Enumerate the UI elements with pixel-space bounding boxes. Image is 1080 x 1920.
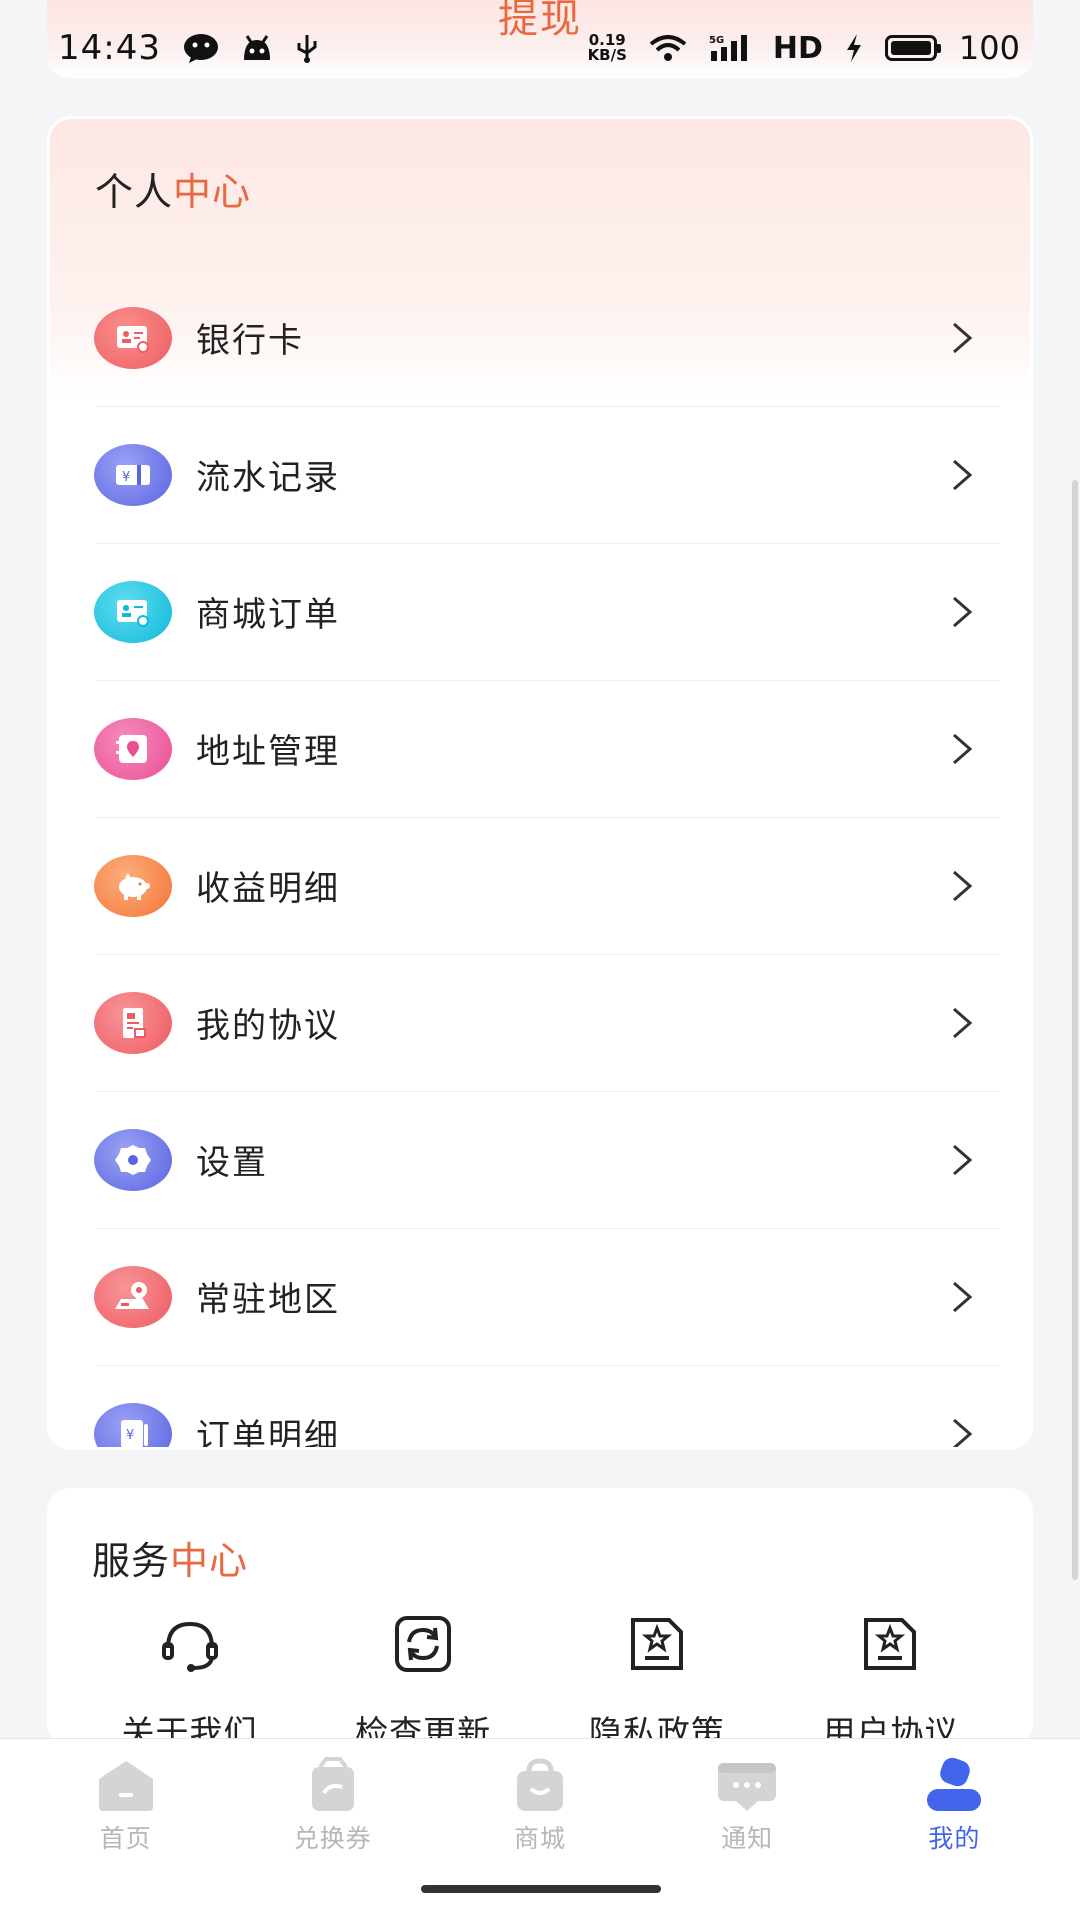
address-icon — [94, 717, 172, 780]
nav-label: 兑换券 — [293, 1824, 372, 1853]
service-center-card: 服务中心 关于我们 检查更新 隐私政策 用户协议 — [47, 1488, 1033, 1748]
nav-item-mine[interactable]: 我的 — [854, 1739, 1054, 1920]
shop-bag-icon — [516, 1758, 563, 1811]
home-icon — [98, 1761, 153, 1811]
settings-icon — [94, 1128, 172, 1191]
menu-label: 流水记录 — [196, 458, 340, 498]
nav-label: 我的 — [928, 1824, 981, 1853]
nav-label: 首页 — [99, 1824, 152, 1853]
personal-menu-list: 银行卡 ¥ 流水记录 商城订单 地址管理 收益明细 我的协议 设置 常驻地区 ¥… — [50, 269, 1030, 1450]
chevron-right-icon — [953, 1418, 973, 1447]
message-icon — [718, 1763, 777, 1811]
menu-item-statement[interactable]: ¥ 流水记录 — [50, 406, 1030, 543]
menu-label: 收益明细 — [196, 869, 340, 909]
nav-label: 通知 — [721, 1824, 774, 1853]
battery-level: 100 — [958, 29, 1020, 67]
piggy-bank-icon — [94, 854, 172, 917]
svg-text:¥: ¥ — [126, 1428, 134, 1443]
profile-icon — [927, 1757, 982, 1811]
menu-item-earnings[interactable]: 收益明细 — [50, 817, 1030, 954]
chevron-right-icon — [953, 1281, 973, 1312]
wechat-icon — [183, 34, 218, 63]
service-row: 关于我们 检查更新 隐私政策 用户协议 — [77, 1612, 1003, 1748]
home-indicator[interactable] — [421, 1885, 661, 1893]
net-speed: 0.19 KB/S — [587, 31, 627, 64]
user-agreement-icon — [864, 1618, 917, 1670]
coupon-icon — [311, 1757, 354, 1811]
chevron-right-icon — [953, 459, 973, 490]
svg-text:¥: ¥ — [122, 470, 130, 485]
bank-card-icon — [94, 306, 172, 369]
nav-label: 商城 — [513, 1824, 566, 1853]
service-item-privacy[interactable]: 隐私政策 — [544, 1612, 769, 1748]
menu-item-settings[interactable]: 设置 — [50, 1091, 1030, 1228]
menu-item-address[interactable]: 地址管理 — [50, 680, 1030, 817]
usb-icon — [297, 35, 317, 63]
headset-icon — [161, 1621, 218, 1672]
region-icon — [94, 1265, 172, 1328]
status-bar: 14:43 0.19 KB/S 5G HD 100 — [58, 22, 1020, 74]
nav-item-notice[interactable]: 通知 — [647, 1739, 847, 1920]
nav-item-home[interactable]: 首页 — [26, 1739, 226, 1920]
menu-label: 地址管理 — [196, 732, 340, 772]
menu-item-bank-card[interactable]: 银行卡 — [50, 269, 1030, 406]
chevron-right-icon — [953, 596, 973, 627]
nav-item-coupon[interactable]: 兑换券 — [233, 1739, 433, 1920]
agreement-icon — [94, 991, 172, 1054]
service-center-title: 服务中心 — [92, 1539, 249, 1583]
menu-label: 订单明细 — [196, 1417, 340, 1450]
hd-badge: HD — [772, 30, 823, 66]
menu-item-agreement[interactable]: 我的协议 — [50, 954, 1030, 1091]
status-time: 14:43 — [58, 28, 161, 68]
chevron-right-icon — [953, 322, 973, 353]
personal-center-card: 个人中心 银行卡 ¥ 流水记录 商城订单 地址管理 收益明细 我的协议 设置 常… — [47, 116, 1033, 1450]
menu-label: 商城订单 — [196, 595, 340, 635]
charging-icon — [846, 34, 861, 62]
signal-icon: 5G — [709, 35, 747, 61]
chevron-right-icon — [953, 870, 973, 901]
service-item-user-agreement[interactable]: 用户协议 — [778, 1612, 1003, 1748]
menu-item-order-detail[interactable]: ¥ 订单明细 — [50, 1365, 1030, 1450]
privacy-doc-icon — [630, 1618, 683, 1670]
order-detail-icon: ¥ — [94, 1402, 172, 1447]
menu-label: 设置 — [196, 1143, 268, 1183]
scrollbar[interactable] — [1072, 480, 1078, 1580]
statement-icon: ¥ — [94, 443, 172, 506]
service-item-check-update[interactable]: 检查更新 — [311, 1612, 536, 1748]
refresh-icon — [395, 1616, 452, 1672]
menu-item-region[interactable]: 常驻地区 — [50, 1228, 1030, 1365]
chevron-right-icon — [953, 1144, 973, 1175]
menu-label: 我的协议 — [196, 1006, 340, 1046]
svg-text:5G: 5G — [709, 35, 724, 46]
personal-center-title: 个人中心 — [95, 170, 252, 214]
battery-icon — [884, 35, 941, 61]
android-icon — [243, 35, 270, 60]
menu-label: 银行卡 — [196, 321, 304, 361]
menu-label: 常驻地区 — [196, 1280, 340, 1320]
chevron-right-icon — [953, 1007, 973, 1038]
service-item-about[interactable]: 关于我们 — [77, 1612, 302, 1748]
wifi-icon — [649, 35, 687, 61]
chevron-right-icon — [953, 733, 973, 764]
shop-order-icon — [94, 580, 172, 643]
menu-item-shop-order[interactable]: 商城订单 — [50, 543, 1030, 680]
